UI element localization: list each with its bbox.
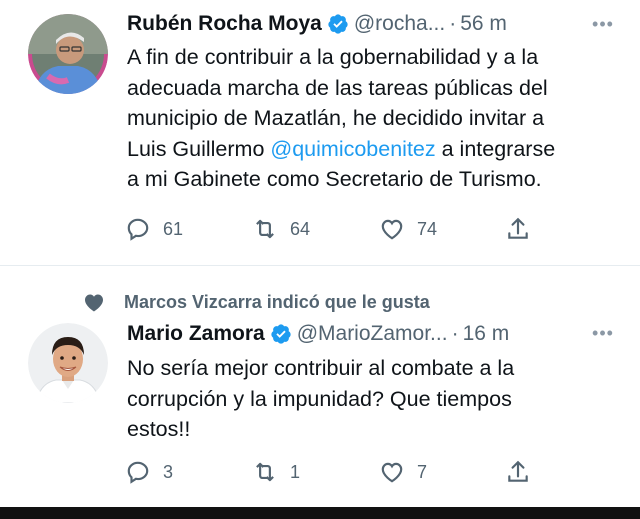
- share-icon: [508, 217, 528, 239]
- avatar-ruben-rocha-moya[interactable]: [28, 14, 108, 94]
- tweet-text: A fin de contribuir a la gobernabilidad …: [127, 42, 627, 195]
- bottom-edge: [0, 507, 640, 519]
- tweet-header: Mario Zamora @MarioZamor... · 16 m: [127, 321, 509, 347]
- tweet-actions: 3 1 7: [0, 457, 640, 487]
- retweet-icon: [256, 219, 274, 239]
- retweet-count: 64: [290, 218, 311, 239]
- social-context-text[interactable]: Marcos Vizcarra indicó que le gusta: [124, 292, 430, 313]
- tweet-1[interactable]: Rubén Rocha Moya @rocha... · 56 m ••• A …: [0, 0, 640, 265]
- heart-filled-icon: [85, 294, 103, 312]
- verified-badge-icon: [327, 13, 349, 35]
- reply-count: 3: [163, 461, 174, 482]
- tweet-header: Rubén Rocha Moya @rocha... · 56 m: [127, 11, 507, 37]
- like-icon: [381, 462, 403, 483]
- avatar-image: [28, 323, 108, 403]
- reply-button[interactable]: 3: [125, 457, 173, 487]
- share-button[interactable]: [505, 214, 531, 244]
- avatar-mario-zamora[interactable]: [28, 323, 108, 403]
- more-options-icon[interactable]: •••: [588, 323, 618, 343]
- share-button[interactable]: [505, 457, 531, 487]
- retweet-button[interactable]: 64: [252, 214, 310, 244]
- tweet-divider: [0, 265, 640, 266]
- retweet-icon: [256, 462, 274, 482]
- like-count: 7: [417, 461, 428, 482]
- share-icon: [508, 460, 528, 482]
- tweet-actions: 61 64 74: [0, 214, 640, 244]
- separator-dot: ·: [449, 12, 457, 35]
- tweet-time[interactable]: 16 m: [463, 321, 510, 347]
- mention-link[interactable]: @quimicobenitez: [270, 137, 435, 161]
- retweet-count: 1: [290, 461, 301, 482]
- verified-badge-icon: [270, 323, 292, 345]
- tweet-text: No sería mejor contribuir al combate a l…: [127, 356, 515, 441]
- author-name[interactable]: Rubén Rocha Moya: [127, 11, 322, 37]
- like-button[interactable]: 74: [379, 214, 437, 244]
- more-options-icon[interactable]: •••: [588, 14, 618, 34]
- reply-button[interactable]: 61: [125, 214, 183, 244]
- reply-icon: [127, 461, 149, 484]
- reply-icon: [127, 218, 149, 241]
- like-button[interactable]: 7: [379, 457, 427, 487]
- like-count: 74: [417, 218, 438, 239]
- reply-count: 61: [163, 218, 184, 239]
- tweet-time[interactable]: 56 m: [460, 11, 507, 37]
- social-context: Marcos Vizcarra indicó que le gusta: [82, 290, 430, 314]
- author-name[interactable]: Mario Zamora: [127, 321, 265, 347]
- author-handle[interactable]: @rocha...: [354, 11, 445, 37]
- avatar-image: [28, 14, 108, 94]
- like-icon: [381, 219, 403, 240]
- retweet-button[interactable]: 1: [252, 457, 300, 487]
- separator-dot: ·: [451, 322, 459, 345]
- author-handle[interactable]: @MarioZamor...: [297, 321, 448, 347]
